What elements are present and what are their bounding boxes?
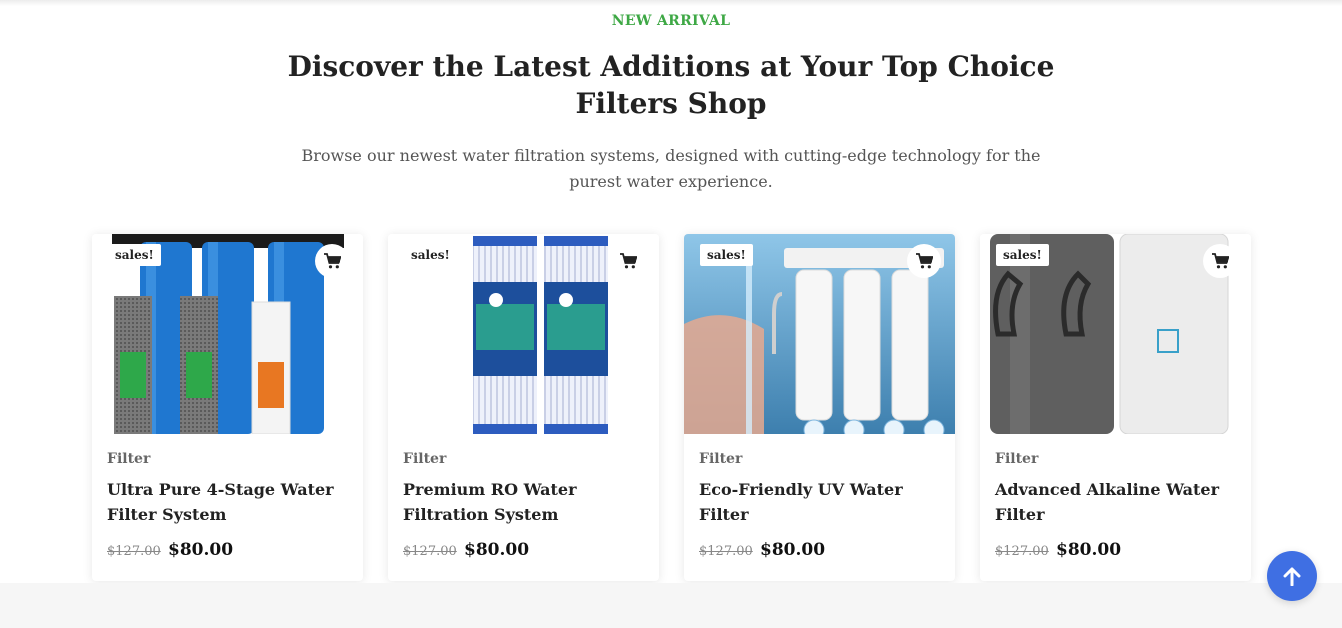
- product-card[interactable]: sales! Filter Advanced Alkaline Water Fi…: [980, 234, 1251, 581]
- cart-icon: [1211, 253, 1229, 269]
- sale-badge: sales!: [996, 244, 1049, 266]
- original-price: $127.00: [403, 544, 457, 559]
- section-title: Discover the Latest Additions at Your To…: [287, 50, 1055, 120]
- sale-price: $80.00: [760, 540, 826, 560]
- sale-badge: sales!: [404, 244, 457, 266]
- add-to-cart-button[interactable]: [907, 244, 941, 278]
- product-category[interactable]: Filter: [403, 451, 446, 467]
- sale-badge: sales!: [700, 244, 753, 266]
- sale-price: $80.00: [1056, 540, 1122, 560]
- product-name[interactable]: Ultra Pure 4-Stage Water Filter System: [107, 477, 352, 527]
- product-name[interactable]: Eco-Friendly UV Water Filter: [699, 477, 944, 527]
- header-shadow: [0, 0, 1342, 6]
- cart-icon: [619, 253, 637, 269]
- product-card[interactable]: sales! Filter Eco-Friendly UV Water Filt…: [684, 234, 955, 581]
- sale-badge: sales!: [108, 244, 161, 266]
- product-card[interactable]: sales! Filter Premium RO Water Filtratio…: [388, 234, 659, 581]
- scroll-to-top-button[interactable]: [1267, 551, 1317, 601]
- product-category[interactable]: Filter: [699, 451, 742, 467]
- section-eyebrow: NEW ARRIVAL: [611, 13, 731, 29]
- add-to-cart-button[interactable]: [315, 244, 349, 278]
- product-category[interactable]: Filter: [107, 451, 150, 467]
- section-subtitle: Browse our newest water filtration syste…: [301, 146, 1041, 191]
- original-price: $127.00: [699, 544, 753, 559]
- add-to-cart-button[interactable]: [611, 244, 645, 278]
- product-card[interactable]: sales! Filter Ultra Pure 4-Stage Water F…: [92, 234, 363, 581]
- arrow-up-icon: [1283, 567, 1301, 586]
- add-to-cart-button[interactable]: [1203, 244, 1237, 278]
- sale-price: $80.00: [168, 540, 234, 560]
- cart-icon: [323, 253, 341, 269]
- product-name[interactable]: Premium RO Water Filtration System: [403, 477, 648, 527]
- sale-price: $80.00: [464, 540, 530, 560]
- original-price: $127.00: [995, 544, 1049, 559]
- footer-band: [0, 583, 1342, 628]
- product-name[interactable]: Advanced Alkaline Water Filter: [995, 477, 1240, 527]
- cart-icon: [915, 253, 933, 269]
- product-category[interactable]: Filter: [995, 451, 1038, 467]
- original-price: $127.00: [107, 544, 161, 559]
